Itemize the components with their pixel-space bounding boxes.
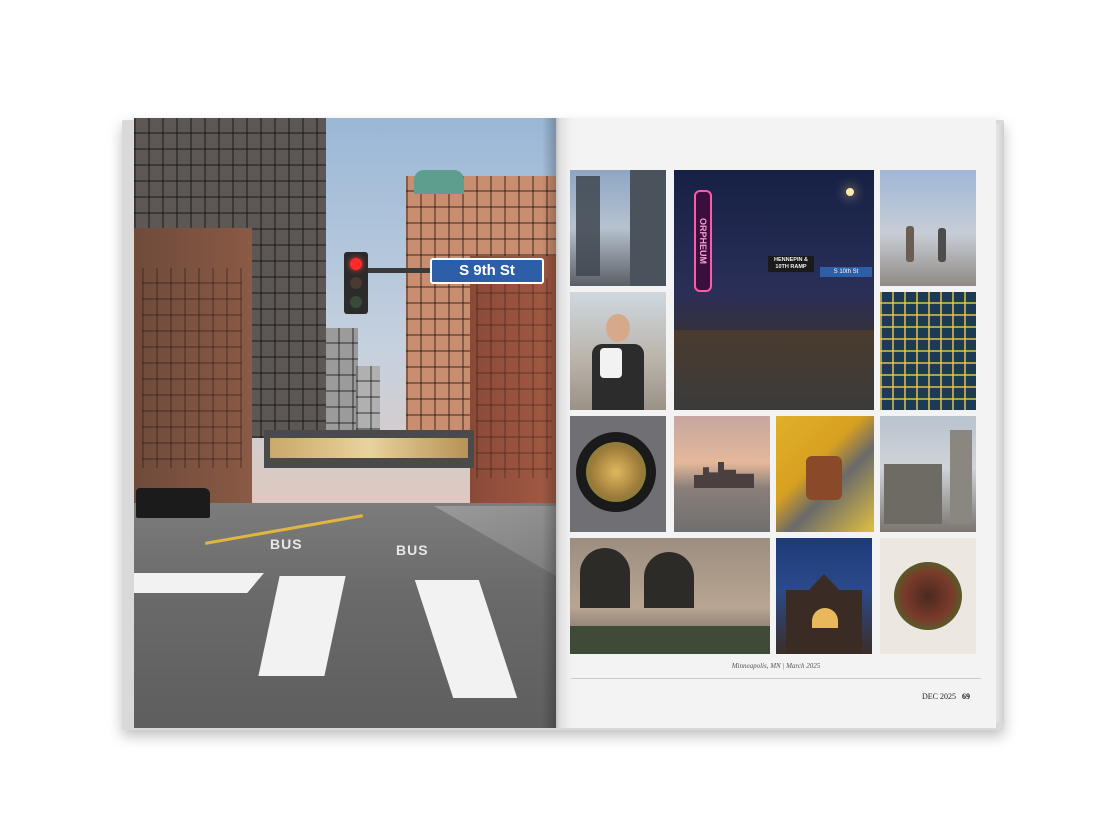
- skyscrapers-photo: [570, 170, 666, 286]
- street-sign-10th: S 10th St: [820, 267, 872, 277]
- ramen-bowl-photo: [570, 416, 666, 532]
- ramp-sign: HENNEPIN & 10TH RAMP: [768, 256, 814, 272]
- footer-rule: [571, 678, 981, 679]
- orpheum-night-photo: ORPHEUM HENNEPIN & 10TH RAMP S 10th St: [674, 170, 874, 410]
- bus-lane-marking: BUS: [396, 542, 429, 558]
- bus-lane-marking: BUS: [270, 536, 303, 552]
- brick-windows-right: [476, 278, 552, 478]
- crosswalk-stripe: [134, 573, 264, 593]
- parked-truck: [136, 488, 210, 518]
- plated-dish-photo: [880, 538, 976, 654]
- left-page-street-photo: S 9th St BUS BUS: [134, 118, 556, 728]
- page-number: 69: [962, 692, 970, 701]
- storefront-photo: [570, 538, 770, 654]
- skyway-map-photo: [880, 292, 976, 410]
- person-with-jugs-photo: [570, 292, 666, 410]
- right-page: ORPHEUM HENNEPIN & 10TH RAMP S 10th St M…: [556, 118, 996, 728]
- street-sign: S 9th St: [430, 258, 544, 284]
- folio: DEC 2025 69: [922, 692, 970, 701]
- street-people-photo: [880, 170, 976, 286]
- page-edge: [996, 124, 1004, 722]
- skyway-bridge: [264, 430, 474, 468]
- signal-arm: [366, 268, 436, 273]
- photo-caption: Minneapolis, MN | March 2025: [731, 662, 821, 670]
- church-photo: [776, 538, 872, 654]
- mill-ruins-photo: [880, 416, 976, 532]
- magazine-spread: S 9th St BUS BUS ORPHEUM HENNEPIN & 10TH…: [122, 118, 1004, 730]
- orpheum-neon-sign: ORPHEUM: [694, 190, 712, 292]
- skyline-sunset-photo: [674, 416, 770, 532]
- lego-display-photo: [776, 416, 874, 532]
- folio-month: DEC 2025: [922, 692, 956, 701]
- brick-windows: [142, 268, 242, 468]
- tower-top: [414, 170, 464, 194]
- traffic-light-icon: [344, 252, 368, 314]
